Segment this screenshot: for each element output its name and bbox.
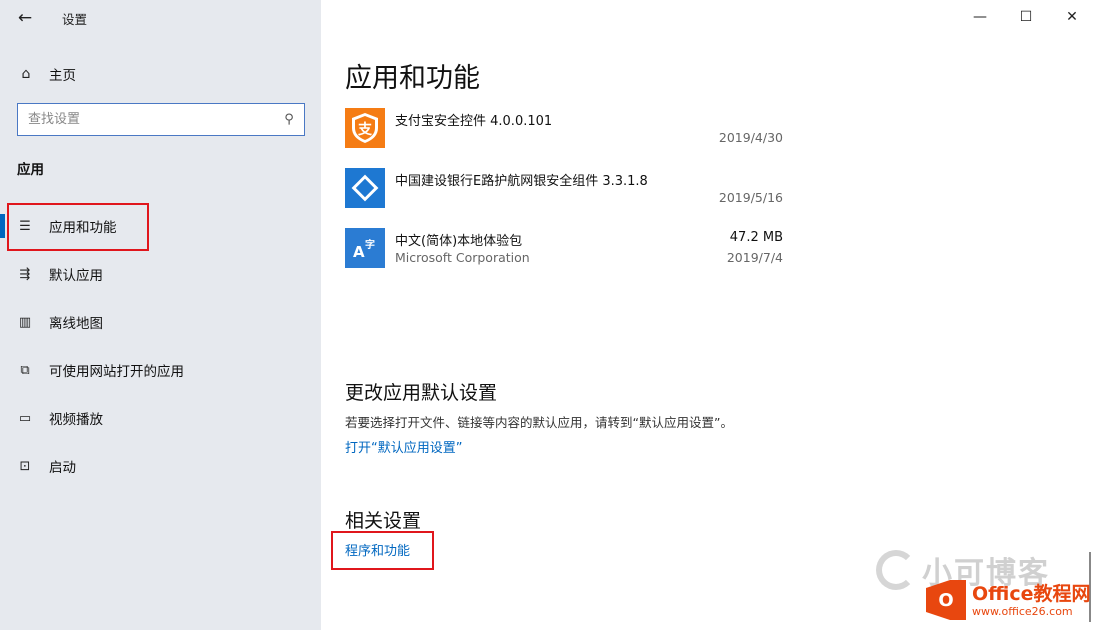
- app-list-item[interactable]: 中国建设银行E路护航网银安全组件 3.3.1.8 2019/5/16: [345, 168, 785, 214]
- app-date: 2019/5/16: [718, 190, 783, 205]
- default-apps-icon: ⇶: [19, 266, 31, 282]
- sidebar-item-label: 默认应用: [49, 268, 103, 284]
- main-content: — ☐ ✕ 应用和功能 支 支付宝安全控件 4.0.0.101 2019/4/3…: [321, 0, 1095, 630]
- office26-watermark: O Office教程网 www.office26.com: [926, 580, 1091, 620]
- app-name: 中国建设银行E路护航网银安全组件 3.3.1.8: [395, 174, 648, 189]
- sidebar-item-home[interactable]: ⌂ 主页: [0, 60, 321, 88]
- home-icon: ⌂: [21, 66, 31, 82]
- sidebar-item-apps-for-websites[interactable]: ⧉ 可使用网站打开的应用: [0, 346, 321, 394]
- sidebar-item-video-playback[interactable]: ▭ 视频播放: [0, 394, 321, 442]
- swirl-logo-icon: [876, 550, 916, 590]
- map-icon: ▥: [18, 314, 32, 330]
- minimize-button[interactable]: —: [957, 0, 1003, 34]
- maximize-button[interactable]: ☐: [1003, 0, 1049, 34]
- related-settings-heading: 相关设置: [345, 510, 422, 532]
- video-icon: ▭: [18, 410, 32, 426]
- section-label: 应用: [17, 162, 44, 178]
- sidebar-item-startup[interactable]: ⊡ 启动: [0, 442, 321, 490]
- sidebar-item-label: 应用和功能: [49, 220, 117, 236]
- open-default-apps-link[interactable]: 打开“默认应用设置”: [345, 437, 462, 456]
- programs-features-link[interactable]: 程序和功能: [345, 540, 410, 559]
- maximize-icon: ☐: [1019, 9, 1033, 25]
- language-pack-icon: A 字: [345, 228, 385, 268]
- app-size: 47.2 MB: [729, 230, 783, 245]
- svg-text:A: A: [353, 243, 365, 261]
- search-icon[interactable]: ⚲: [274, 112, 304, 127]
- sidebar-item-label: 可使用网站打开的应用: [49, 364, 184, 380]
- default-settings-description: 若要选择打开文件、链接等内容的默认应用，请转到“默认应用设置”。: [345, 415, 733, 430]
- app-publisher: Microsoft Corporation: [395, 250, 530, 265]
- app-list-item[interactable]: A 字 中文(简体)本地体验包 Microsoft Corporation 47…: [345, 228, 785, 274]
- back-arrow-icon: ←: [17, 8, 33, 28]
- sidebar: ← 设置 ⌂ 主页 ⚲ 应用 ☰ 应用和功能 ⇶ 默认应用 ▥ 离线地图 ⧉ 可…: [0, 0, 321, 630]
- titlebar-left: ← 设置: [0, 0, 321, 36]
- app-list-item[interactable]: 支 支付宝安全控件 4.0.0.101 2019/4/30: [345, 108, 785, 154]
- app-date: 2019/7/4: [726, 250, 783, 265]
- window-controls: — ☐ ✕: [957, 0, 1095, 34]
- svg-text:字: 字: [365, 238, 375, 251]
- startup-icon: ⊡: [19, 458, 31, 474]
- app-name: 中文(简体)本地体验包: [395, 234, 523, 249]
- search-box[interactable]: ⚲: [17, 103, 305, 136]
- office-logo-icon: O: [926, 580, 966, 620]
- default-settings-heading: 更改应用默认设置: [345, 382, 498, 404]
- sidebar-item-default-apps[interactable]: ⇶ 默认应用: [0, 250, 321, 298]
- sidebar-item-label: 视频播放: [49, 412, 103, 428]
- list-icon: ☰: [19, 218, 31, 234]
- sidebar-item-apps-features[interactable]: ☰ 应用和功能: [0, 202, 321, 250]
- sidebar-item-label: 离线地图: [49, 316, 103, 332]
- watermark-title: Office教程网: [972, 583, 1091, 605]
- minimize-icon: —: [973, 9, 987, 25]
- app-name: 支付宝安全控件 4.0.0.101: [395, 114, 553, 129]
- sidebar-item-label: 启动: [49, 460, 76, 476]
- watermark-title-a: Office: [972, 582, 1034, 605]
- sidebar-item-label: 主页: [49, 68, 76, 84]
- back-button[interactable]: ←: [8, 4, 42, 32]
- window-title: 设置: [62, 12, 88, 27]
- watermark-url: www.office26.com: [972, 604, 1073, 618]
- web-open-icon: ⧉: [20, 362, 30, 378]
- alipay-glyph: 支: [357, 121, 373, 138]
- alipay-shield-icon: 支: [345, 108, 385, 148]
- sidebar-item-offline-maps[interactable]: ▥ 离线地图: [0, 298, 321, 346]
- close-icon: ✕: [1066, 9, 1078, 25]
- sidebar-nav: ☰ 应用和功能 ⇶ 默认应用 ▥ 离线地图 ⧉ 可使用网站打开的应用 ▭ 视频播…: [0, 202, 321, 490]
- watermark-title-b: 教程网: [1033, 582, 1091, 605]
- ccb-security-icon: [345, 168, 385, 208]
- close-button[interactable]: ✕: [1049, 0, 1095, 34]
- page-title: 应用和功能: [345, 63, 480, 94]
- watermark-textbox: Office教程网 www.office26.com: [972, 583, 1091, 618]
- app-date: 2019/4/30: [718, 130, 783, 145]
- search-input[interactable]: [18, 104, 274, 135]
